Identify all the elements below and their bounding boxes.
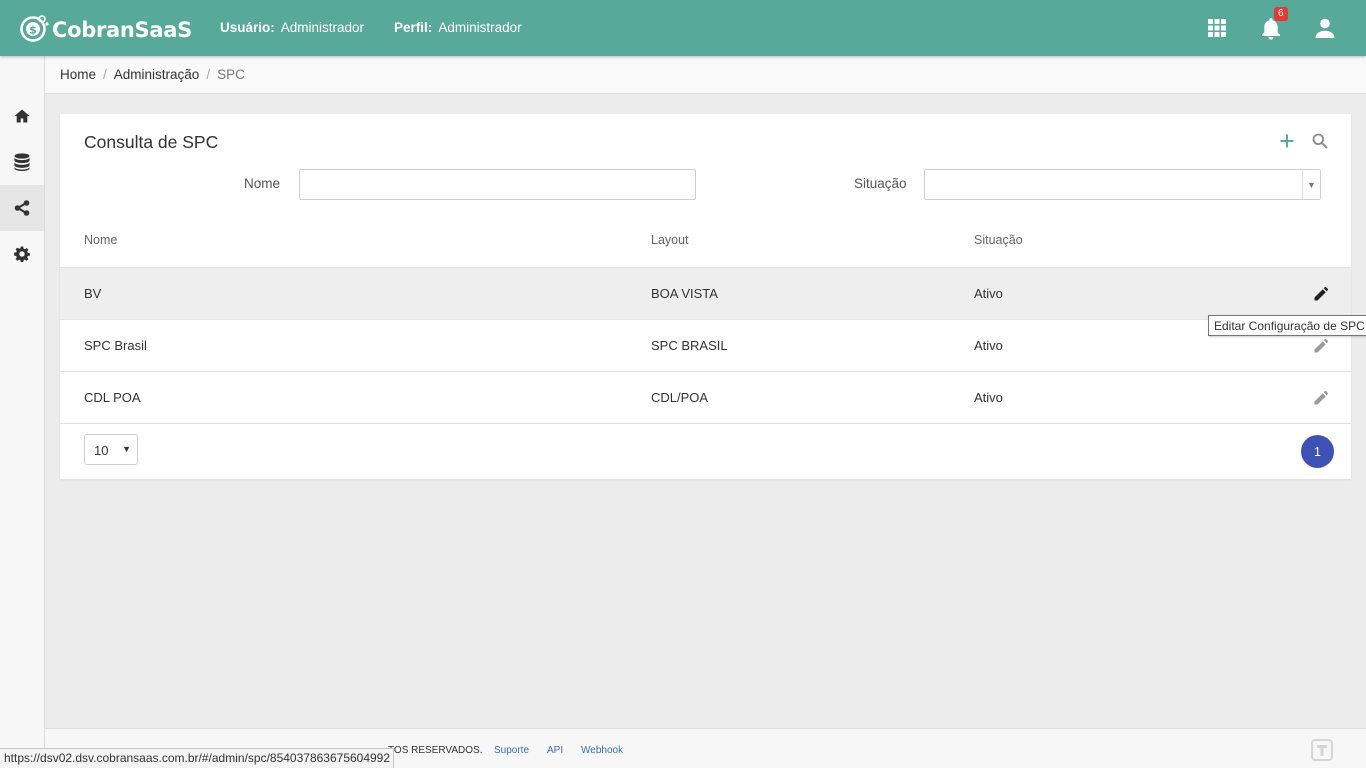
account-icon (1315, 18, 1335, 38)
profile-label: Perfil: (394, 20, 433, 35)
page-size-value: 10 (94, 443, 109, 458)
edit-button[interactable] (1313, 338, 1329, 354)
pencil-icon (1314, 339, 1328, 353)
sidebar-item-settings[interactable] (0, 231, 44, 277)
status-filter-label: Situação (854, 176, 907, 191)
search-button[interactable] (1310, 131, 1330, 151)
spc-card: Consulta de SPC Nome Situação ▼ Nome Lay… (60, 114, 1351, 479)
cell-layout: CDL/POA (651, 390, 709, 405)
column-header-layout[interactable]: Layout (651, 233, 689, 247)
pagination-page-button[interactable]: 1 (1301, 435, 1334, 468)
edit-button[interactable] (1313, 286, 1329, 302)
breadcrumb-separator: / (103, 67, 107, 82)
cell-situacao: Ativo (974, 286, 1003, 301)
table-row[interactable]: CDL POA CDL/POA Ativo (60, 371, 1351, 423)
profile-value: Administrador (438, 20, 522, 35)
column-header-nome[interactable]: Nome (84, 233, 117, 247)
notification-badge: 6 (1274, 7, 1288, 21)
page-title: Consulta de SPC (84, 132, 219, 152)
table-divider (60, 423, 1351, 424)
table-row[interactable]: SPC Brasil SPC BRASIL Ativo (60, 319, 1351, 371)
browser-status-url: https://dsv02.dsv.cobransaas.com.br/#/ad… (0, 748, 395, 768)
footer-copyright: TOS RESERVADOS. (388, 745, 483, 756)
user-value: Administrador (280, 20, 365, 35)
sidebar (0, 56, 45, 768)
database-icon (14, 153, 30, 171)
cell-nome: CDL POA (84, 390, 141, 405)
brand-logo[interactable]: $ CobranSaaS (19, 11, 192, 45)
cell-situacao: Ativo (974, 390, 1003, 405)
plus-icon (1280, 134, 1294, 148)
status-filter-select[interactable]: ▼ (924, 169, 1321, 200)
logo-coin-icon: $ (19, 13, 49, 43)
table-row[interactable]: BV BOA VISTA Ativo (60, 267, 1351, 319)
apps-grid-button[interactable] (1203, 14, 1231, 42)
gear-icon (14, 246, 30, 262)
notifications-button[interactable]: 6 (1257, 7, 1288, 42)
cell-layout: SPC BRASIL (651, 338, 728, 353)
share-icon (14, 200, 30, 216)
column-header-situacao[interactable]: Situação (974, 233, 1023, 247)
footer-link-api[interactable]: API (547, 745, 563, 756)
account-button[interactable] (1311, 14, 1339, 42)
profile-field: Perfil: Administrador (394, 20, 522, 35)
top-app-bar: $ CobranSaaS Usuário: Administrador Perfi… (0, 0, 1366, 56)
add-button[interactable] (1277, 131, 1297, 151)
sidebar-item-home[interactable] (0, 93, 44, 139)
footer-link-webhook[interactable]: Webhook (581, 745, 623, 756)
breadcrumb: Home / Administração / SPC (45, 56, 1366, 94)
footer-brand-icon (1311, 739, 1333, 761)
chevron-down-icon: ▼ (122, 444, 131, 454)
page-size-select[interactable]: 10 ▼ (84, 434, 138, 465)
name-filter-label: Nome (244, 176, 281, 191)
breadcrumb-home[interactable]: Home (60, 67, 96, 82)
search-icon (1312, 133, 1328, 149)
brand-name: CobranSaaS (52, 18, 192, 42)
user-field: Usuário: Administrador (220, 20, 364, 35)
cell-nome: BV (84, 286, 102, 301)
name-filter-input[interactable] (299, 169, 696, 200)
user-info: Usuário: Administrador Perfil: Administrad… (220, 20, 522, 35)
edit-button[interactable] (1313, 390, 1329, 406)
cell-situacao: Ativo (974, 338, 1003, 353)
footer-link-suporte[interactable]: Suporte (494, 745, 529, 756)
breadcrumb-administracao[interactable]: Administração (114, 67, 200, 82)
pencil-icon (1314, 287, 1328, 301)
pencil-icon (1314, 391, 1328, 405)
apps-grid-icon (1208, 19, 1226, 37)
home-icon (14, 109, 30, 123)
breadcrumb-separator: / (206, 67, 211, 82)
cell-layout: BOA VISTA (651, 286, 718, 301)
breadcrumb-current: SPC (217, 67, 245, 82)
svg-text:$: $ (29, 24, 37, 37)
chevron-down-icon: ▼ (1302, 170, 1320, 199)
user-label: Usuário: (220, 20, 275, 35)
sidebar-item-database[interactable] (0, 139, 44, 185)
sidebar-item-share[interactable] (0, 185, 44, 231)
cell-nome: SPC Brasil (84, 338, 147, 353)
edit-tooltip: Editar Configuração de SPC (1208, 315, 1366, 336)
